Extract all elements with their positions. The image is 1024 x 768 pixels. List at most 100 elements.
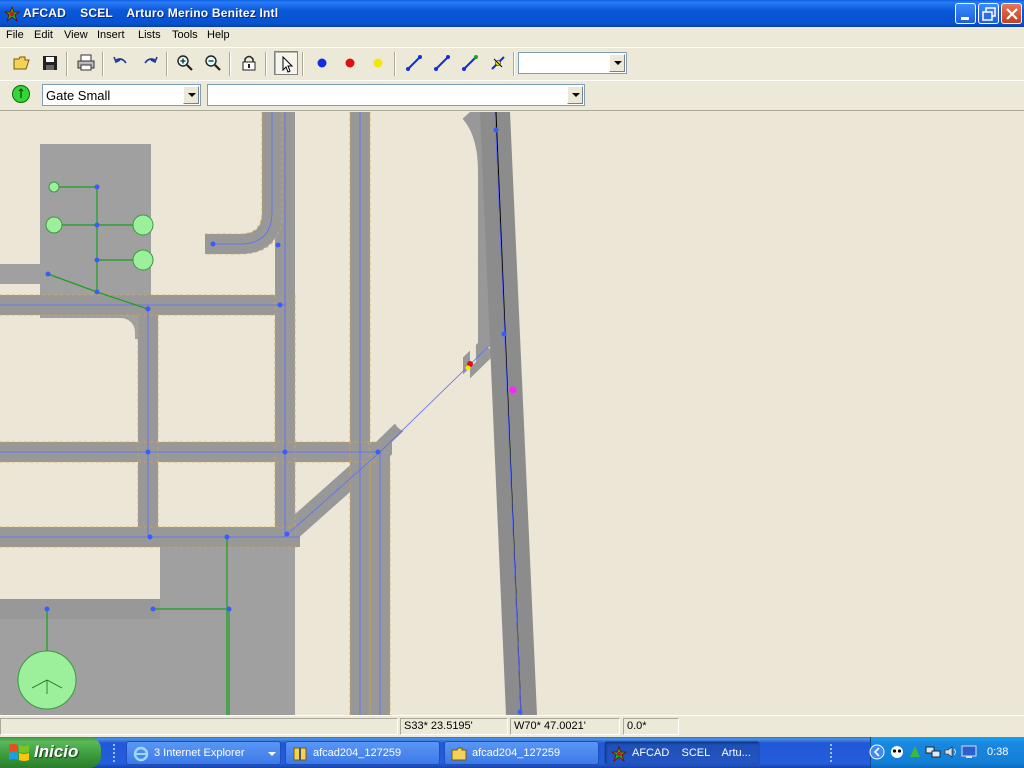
taxi-node[interactable] bbox=[94, 184, 100, 190]
airport-map-canvas[interactable] bbox=[0, 112, 1024, 715]
taxi-node[interactable] bbox=[94, 222, 100, 228]
infield bbox=[0, 318, 135, 440]
main-toolbar bbox=[0, 47, 1024, 79]
taxi-node[interactable] bbox=[147, 534, 153, 540]
hold-short-node[interactable] bbox=[465, 365, 471, 371]
taxi-node[interactable] bbox=[284, 531, 290, 537]
zoom-out-button[interactable] bbox=[201, 51, 225, 75]
close-button[interactable] bbox=[1001, 3, 1022, 24]
panda-antivirus-icon[interactable] bbox=[889, 744, 905, 760]
menu-tools[interactable]: Tools bbox=[172, 29, 198, 41]
save-button[interactable] bbox=[38, 51, 62, 75]
parking-spot[interactable] bbox=[132, 249, 154, 271]
title-bar[interactable]: AFCAD SCEL Arturo Merino Benitez Intl bbox=[0, 0, 1024, 27]
menu-edit[interactable]: Edit bbox=[34, 29, 53, 41]
taxi-node[interactable] bbox=[501, 331, 507, 337]
taxi-node[interactable] bbox=[150, 606, 156, 612]
parking-spot[interactable] bbox=[132, 214, 154, 236]
add-yellow-node-button[interactable] bbox=[366, 51, 390, 75]
taxi-node[interactable] bbox=[282, 449, 288, 455]
lock-button[interactable] bbox=[237, 51, 261, 75]
taxi-node[interactable] bbox=[210, 241, 216, 247]
menu-insert[interactable]: Insert bbox=[97, 29, 125, 41]
add-red-node-button[interactable] bbox=[338, 51, 362, 75]
task-folder[interactable]: afcad204_127259 bbox=[444, 741, 599, 765]
parking-tool-button[interactable] bbox=[10, 83, 34, 107]
status-message-pane bbox=[0, 718, 398, 735]
taxi-node[interactable] bbox=[493, 127, 499, 133]
menu-file[interactable]: File bbox=[6, 29, 24, 41]
taxi-node[interactable] bbox=[375, 449, 381, 455]
status-bar: S33* 23.5195' W70* 47.0021' 0.0* bbox=[0, 715, 1024, 737]
start-button[interactable]: Inicio bbox=[0, 737, 101, 768]
taxi-node[interactable] bbox=[226, 606, 232, 612]
taxi-node[interactable] bbox=[145, 449, 151, 455]
taxi-node[interactable] bbox=[517, 709, 523, 715]
menu-help[interactable]: Help bbox=[207, 29, 230, 41]
taxi-node[interactable] bbox=[277, 302, 283, 308]
taxi-node[interactable] bbox=[94, 289, 100, 295]
parking-spot[interactable] bbox=[45, 216, 63, 234]
taxi-node[interactable] bbox=[94, 257, 100, 263]
layer-combo[interactable] bbox=[518, 52, 627, 74]
parking-toolbar: Gate Small bbox=[0, 80, 1024, 111]
taxi-node[interactable] bbox=[145, 306, 151, 312]
open-button[interactable] bbox=[10, 51, 34, 75]
menu-lists[interactable]: Lists bbox=[138, 29, 161, 41]
volume-icon[interactable] bbox=[943, 744, 959, 760]
taskbar-grip[interactable] bbox=[113, 743, 116, 763]
network-icon[interactable] bbox=[925, 744, 941, 760]
green-tray-icon[interactable] bbox=[907, 744, 923, 760]
minimize-button[interactable] bbox=[955, 3, 976, 24]
secondary-combo[interactable] bbox=[207, 84, 585, 106]
menu-bar: File Edit View Insert Lists Tools Help bbox=[0, 27, 1024, 46]
layer-combo-dropdown-button[interactable] bbox=[609, 54, 625, 72]
parking-spot[interactable] bbox=[48, 181, 60, 193]
heading-readout: 0.0* bbox=[623, 718, 679, 735]
taxi-node[interactable] bbox=[224, 534, 230, 540]
link-parking-button[interactable] bbox=[458, 51, 482, 75]
internet-explorer-icon bbox=[133, 746, 149, 762]
grip-dots-icon bbox=[113, 744, 115, 762]
task-afcad[interactable]: AFCAD SCEL Artu... bbox=[604, 741, 760, 765]
task-zip-archive[interactable]: afcad204_127259 bbox=[285, 741, 440, 765]
link-nodes-button[interactable] bbox=[402, 51, 426, 75]
monitor-icon[interactable] bbox=[961, 744, 977, 760]
tray-expand-icon[interactable] bbox=[869, 744, 885, 760]
taxi-node[interactable] bbox=[45, 271, 51, 277]
undo-button[interactable] bbox=[109, 51, 133, 75]
split-link-button[interactable] bbox=[486, 51, 510, 75]
parking-spot-icon bbox=[12, 85, 30, 103]
taxi-node[interactable] bbox=[44, 606, 50, 612]
windows-logo-icon bbox=[9, 744, 29, 761]
select-tool-button[interactable] bbox=[274, 51, 298, 75]
afcad-icon bbox=[611, 746, 627, 762]
restore-icon bbox=[982, 7, 996, 21]
chevron-down-icon bbox=[188, 93, 196, 97]
parking-type-combo[interactable]: Gate Small bbox=[42, 84, 201, 106]
windows-taskbar: Inicio 3 Internet Explorer afcad204_1272… bbox=[0, 737, 1024, 768]
link-taxiway-button[interactable] bbox=[430, 51, 454, 75]
taskbar-grip[interactable] bbox=[830, 743, 833, 763]
zoom-in-button[interactable] bbox=[173, 51, 197, 75]
apron-area bbox=[0, 264, 42, 284]
print-button[interactable] bbox=[74, 51, 98, 75]
toolbar-separator bbox=[513, 52, 515, 76]
restore-button[interactable] bbox=[978, 3, 999, 24]
menu-view[interactable]: View bbox=[64, 29, 88, 41]
taxi-node[interactable] bbox=[275, 242, 281, 248]
add-blue-node-button[interactable] bbox=[310, 51, 334, 75]
redo-button[interactable] bbox=[138, 51, 162, 75]
close-icon bbox=[1006, 8, 1018, 20]
task-label: afcad204_127259 bbox=[313, 747, 402, 759]
infield bbox=[160, 318, 273, 440]
link-split-icon bbox=[491, 56, 505, 70]
task-internet-explorer[interactable]: 3 Internet Explorer bbox=[126, 741, 281, 765]
airport-layout[interactable] bbox=[0, 112, 1024, 715]
toolbar-separator bbox=[265, 52, 267, 76]
parking-type-dropdown-button[interactable] bbox=[183, 86, 199, 104]
selected-node-marker[interactable] bbox=[509, 386, 517, 394]
secondary-combo-dropdown-button[interactable] bbox=[567, 86, 583, 104]
lock-icon bbox=[242, 55, 256, 71]
link-green-icon bbox=[462, 55, 478, 71]
